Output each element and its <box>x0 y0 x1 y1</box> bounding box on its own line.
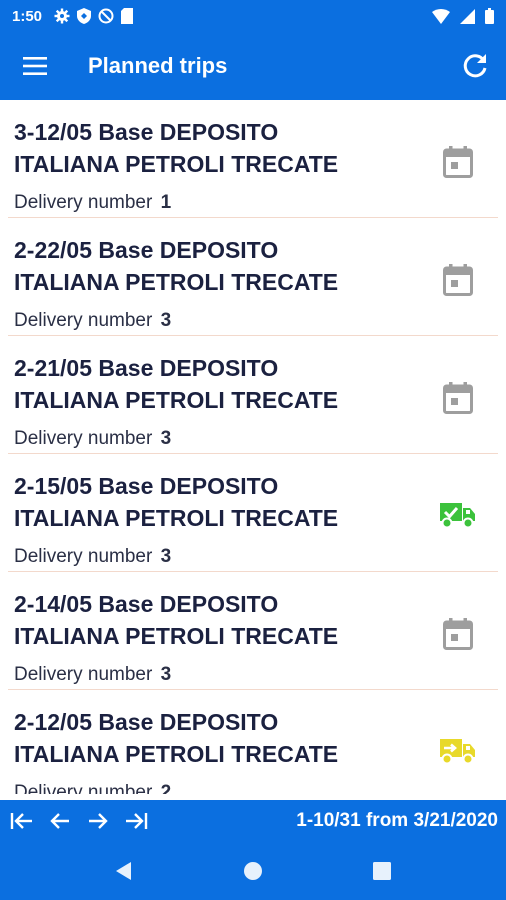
shield-icon <box>77 8 92 24</box>
trip-title-line1: 2-15/05 Base DEPOSITO <box>14 473 279 499</box>
delivery-info: Delivery number 3 <box>14 428 171 450</box>
status-icons <box>54 8 134 24</box>
calendar-icon <box>443 618 473 650</box>
trip-title: 2-12/05 Base DEPOSITO ITALIANA PETROLI T… <box>14 706 394 770</box>
status-right <box>432 8 494 24</box>
trip-title: 2-21/05 Base DEPOSITO ITALIANA PETROLI T… <box>14 352 394 416</box>
trip-title-line2: ITALIANA PETROLI TRECATE <box>14 269 339 295</box>
delivery-info: Delivery number 3 <box>14 310 171 332</box>
trip-list-item[interactable]: 2-12/05 Base DEPOSITO ITALIANA PETROLI T… <box>8 690 498 794</box>
delivery-info: Delivery number 1 <box>14 192 171 214</box>
trip-status <box>440 262 476 298</box>
trip-title: 2-14/05 Base DEPOSITO ITALIANA PETROLI T… <box>14 588 394 652</box>
trip-status <box>440 498 476 534</box>
trip-title: 3-12/05 Base DEPOSITO ITALIANA PETROLI T… <box>14 116 394 180</box>
last-page-button[interactable] <box>120 800 152 842</box>
refresh-icon <box>463 54 487 78</box>
previous-page-button[interactable] <box>44 800 76 842</box>
arrow-left-icon <box>50 813 69 829</box>
trip-list-item[interactable]: 2-22/05 Base DEPOSITO ITALIANA PETROLI T… <box>8 218 498 336</box>
delivery-label: Delivery number <box>14 192 153 213</box>
pagination-info: 1-10/31 from 3/21/2020 <box>296 810 498 831</box>
delivery-label: Delivery number <box>14 664 153 685</box>
refresh-button[interactable] <box>444 32 506 100</box>
trip-title-line2: ITALIANA PETROLI TRECATE <box>14 387 339 413</box>
battery-icon <box>485 8 494 24</box>
status-bar: 1:50 <box>0 0 506 32</box>
delivery-label: Delivery number <box>14 782 153 794</box>
trip-title: 2-15/05 Base DEPOSITO ITALIANA PETROLI T… <box>14 470 394 534</box>
trip-title-line2: ITALIANA PETROLI TRECATE <box>14 741 339 767</box>
delivery-number: 3 <box>160 546 172 567</box>
back-button[interactable] <box>104 851 144 891</box>
back-triangle-icon <box>116 862 132 880</box>
last-page-icon <box>126 813 148 829</box>
delivery-number: 1 <box>160 192 172 213</box>
next-page-button[interactable] <box>82 800 114 842</box>
delivery-number: 2 <box>160 782 172 794</box>
delivery-info: Delivery number 2 <box>14 782 171 794</box>
trip-list-item[interactable]: 3-12/05 Base DEPOSITO ITALIANA PETROLI T… <box>8 100 498 218</box>
home-button[interactable] <box>233 851 273 891</box>
trip-title-line2: ITALIANA PETROLI TRECATE <box>14 151 339 177</box>
calendar-icon <box>443 264 473 296</box>
wifi-icon <box>432 8 450 24</box>
trip-title-line2: ITALIANA PETROLI TRECATE <box>14 505 339 531</box>
truck-check-icon <box>440 503 475 529</box>
arrow-right-icon <box>89 813 108 829</box>
calendar-icon <box>443 146 473 178</box>
delivery-number: 3 <box>160 310 172 331</box>
trip-title-line1: 2-14/05 Base DEPOSITO <box>14 591 279 617</box>
home-circle-icon <box>243 862 262 880</box>
gear-icon <box>54 8 70 24</box>
delivery-info: Delivery number 3 <box>14 664 171 686</box>
trip-list: 3-12/05 Base DEPOSITO ITALIANA PETROLI T… <box>0 100 506 794</box>
first-page-button[interactable] <box>6 800 38 842</box>
delivery-label: Delivery number <box>14 546 153 567</box>
recents-square-icon <box>372 862 391 880</box>
first-page-icon <box>10 813 32 829</box>
delivery-label: Delivery number <box>14 310 153 331</box>
status-left: 1:50 <box>12 7 134 25</box>
delivery-number: 3 <box>160 428 172 449</box>
signal-icon <box>460 8 475 24</box>
sim-card-icon <box>121 8 134 24</box>
trip-status <box>440 616 476 652</box>
delivery-label: Delivery number <box>14 428 153 449</box>
trip-status <box>440 380 476 416</box>
page-title: Planned trips <box>88 53 228 78</box>
trip-title-line1: 3-12/05 Base DEPOSITO <box>14 119 279 145</box>
delivery-number: 3 <box>160 664 172 685</box>
calendar-icon <box>443 382 473 414</box>
trip-title-line2: ITALIANA PETROLI TRECATE <box>14 623 339 649</box>
menu-button[interactable] <box>0 32 70 100</box>
trip-title-line1: 2-22/05 Base DEPOSITO <box>14 237 279 263</box>
trip-status <box>440 734 476 770</box>
system-nav-bar <box>0 842 506 900</box>
trip-title-line1: 2-12/05 Base DEPOSITO <box>14 709 279 735</box>
hamburger-icon <box>23 57 47 75</box>
trip-title-line1: 2-21/05 Base DEPOSITO <box>14 355 279 381</box>
delivery-info: Delivery number 3 <box>14 546 171 568</box>
trip-list-item[interactable]: 2-14/05 Base DEPOSITO ITALIANA PETROLI T… <box>8 572 498 690</box>
trip-list-item[interactable]: 2-15/05 Base DEPOSITO ITALIANA PETROLI T… <box>8 454 498 572</box>
pager: 1-10/31 from 3/21/2020 <box>0 800 506 842</box>
trip-title: 2-22/05 Base DEPOSITO ITALIANA PETROLI T… <box>14 234 394 298</box>
trip-status <box>440 144 476 180</box>
recents-button[interactable] <box>362 851 402 891</box>
app-bar: Planned trips <box>0 32 506 100</box>
trip-list-item[interactable]: 2-21/05 Base DEPOSITO ITALIANA PETROLI T… <box>8 336 498 454</box>
no-disturb-icon <box>98 8 114 24</box>
status-time: 1:50 <box>12 7 43 25</box>
truck-arrow-icon <box>440 739 475 765</box>
